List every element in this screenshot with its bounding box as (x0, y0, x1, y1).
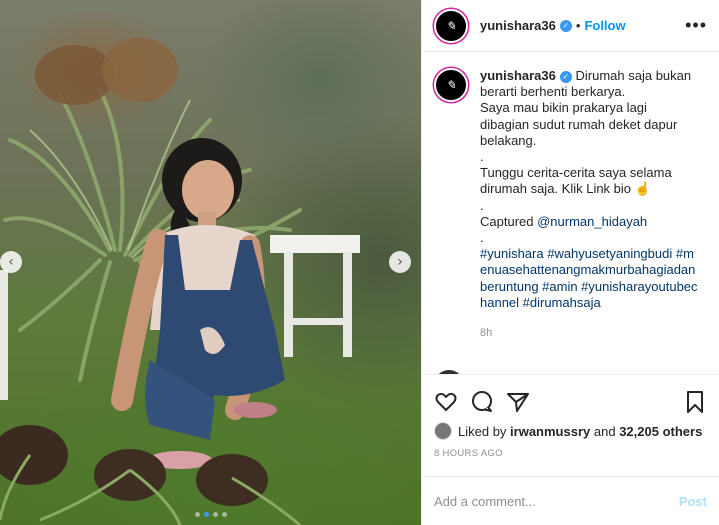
likes-summary: Liked by irwanmussry and 32,205 others (422, 420, 719, 442)
avatar[interactable]: ✎ (434, 8, 468, 43)
verified-badge-icon: ✓ (559, 19, 572, 32)
liker-avatar[interactable] (434, 422, 452, 440)
caption-line: . (480, 197, 484, 213)
next-slide-button[interactable]: › (389, 251, 411, 273)
photo-scene (0, 38, 360, 525)
add-comment-bar: Add a comment... Post (422, 476, 719, 525)
mention-link[interactable]: @nurman_hidayah (537, 214, 647, 229)
likes-middle: and (593, 423, 616, 439)
post-header: ✎ yunishara36 ✓ • Follow ••• (422, 0, 719, 52)
comment-input[interactable]: Add a comment... (434, 494, 536, 509)
likes-prefix: Liked by (458, 423, 507, 439)
post-timestamp[interactable]: 8 HOURS AGO (422, 442, 719, 464)
caption-row: ✎ yunishara36 ✓ Dirumah saja bukan berart… (434, 68, 707, 341)
carousel-dot (212, 512, 218, 517)
verified-badge-icon: ✓ (559, 70, 572, 83)
carousel-dot (194, 512, 200, 517)
comments-section[interactable]: ✎ yunishara36 ✓ Dirumah saja bukan berart… (422, 52, 719, 374)
likes-count[interactable]: 32,205 others (619, 424, 702, 439)
post-modal: ‹ › ✎ yunishara36 ✓ • Follow ••• ✎ yunis… (0, 0, 719, 525)
liker-username[interactable]: irwanmussry (510, 424, 590, 439)
caption-time: 8h (480, 327, 493, 340)
more-options-icon[interactable]: ••• (685, 15, 707, 36)
caption-avatar[interactable]: ✎ (434, 68, 468, 102)
post-photo[interactable]: ‹ › (0, 0, 421, 525)
caption-line: . (480, 149, 484, 165)
carousel-indicator (0, 512, 421, 517)
caption-text: yunishara36 ✓ Dirumah saja bukan berarti … (480, 68, 698, 341)
chevron-right-icon: › (397, 254, 403, 270)
post-side-panel: ✎ yunishara36 ✓ • Follow ••• ✎ yunishara… (421, 0, 719, 525)
action-bar (422, 374, 719, 420)
hashtags[interactable]: #yunishara #wahyusetyaningbudi #menuaseh… (480, 246, 698, 311)
next-comment-peek (434, 370, 684, 374)
comment-icon[interactable] (470, 390, 494, 414)
bookmark-icon[interactable] (683, 390, 707, 414)
post-comment-button[interactable]: Post (679, 494, 707, 509)
caption-line: Captured (480, 213, 534, 229)
caption-line: Tunggu cerita-cerita saya selama dirumah… (480, 165, 672, 197)
caption-line: . (480, 230, 484, 246)
carousel-dot-active (203, 512, 209, 517)
avatar-logo-icon: ✎ (445, 78, 457, 92)
follow-button[interactable]: Follow (584, 18, 625, 33)
carousel-dot (221, 512, 227, 517)
separator-dot: • (575, 18, 581, 33)
avatar (434, 370, 464, 374)
caption-username[interactable]: yunishara36 (480, 68, 556, 83)
heart-icon[interactable] (434, 390, 458, 414)
avatar-logo-icon: ✎ (445, 18, 457, 33)
header-username[interactable]: yunishara36 (480, 18, 556, 33)
share-icon[interactable] (506, 390, 530, 414)
previous-slide-button[interactable]: ‹ (0, 251, 22, 273)
chevron-left-icon: ‹ (8, 254, 14, 270)
caption-line: Saya mau bikin prakarya lagi dibagian su… (480, 100, 678, 148)
